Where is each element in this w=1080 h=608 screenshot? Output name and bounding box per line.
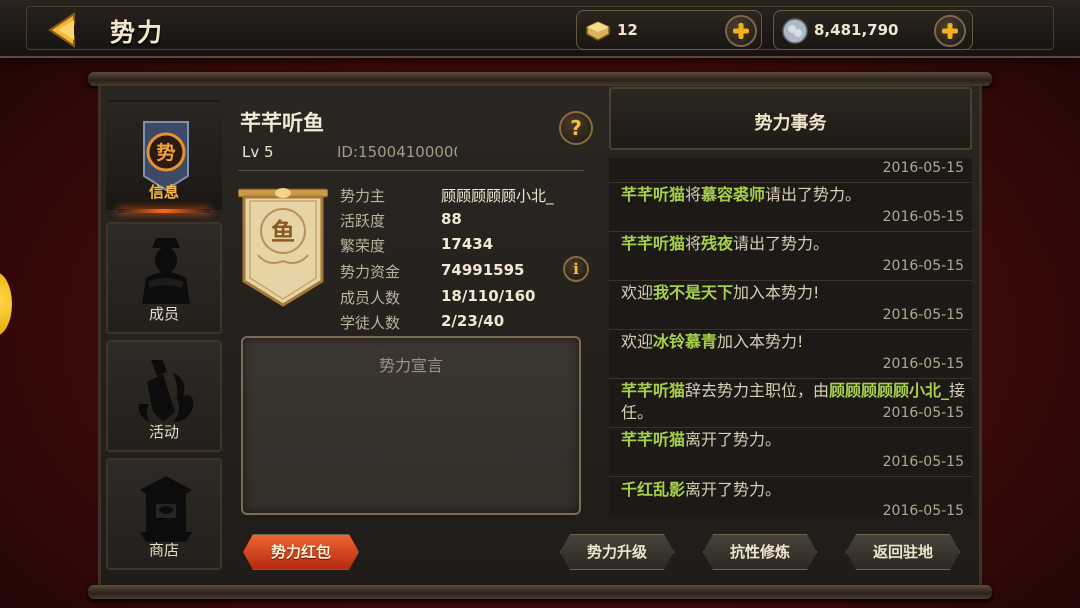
event-date: 2016-05-15 <box>882 307 964 323</box>
event-fragment: 离开了势力。 <box>685 430 782 449</box>
stat-value-prosperity: 17434 <box>441 235 494 253</box>
tab-activity[interactable]: 活动 <box>106 340 222 452</box>
stat-label-apprentices: 学徒人数 <box>340 314 401 332</box>
red-packet-button[interactable]: 势力红包 <box>243 534 359 570</box>
event-fragment: 离开了势力。 <box>685 480 782 499</box>
events-header: 势力事务 <box>609 87 972 150</box>
player-name: 我不是天下 <box>653 283 734 302</box>
tab-shop-label: 商店 <box>148 541 179 559</box>
stat-value-activity: 88 <box>441 210 462 228</box>
funds-info-button[interactable]: i <box>563 256 589 282</box>
tab-shop[interactable]: 商店 <box>106 458 222 570</box>
event-divider <box>609 280 972 281</box>
emblem-char: 势 <box>156 141 175 164</box>
player-name: 芊芊听猫 <box>621 430 686 449</box>
event-text: 芊芊听猫将残夜请出了势力。 <box>621 233 971 255</box>
event-date: 2016-05-15 <box>882 503 964 516</box>
upgrade-button[interactable]: 势力升级 <box>560 534 674 570</box>
event-date-top: 2016-05-15 <box>882 160 964 176</box>
event-date: 2016-05-15 <box>882 258 964 274</box>
events-list[interactable]: 2016-05-15 芊芊听猫将慕容裘师请出了势力。 2016-05-15 芊芊听猫… <box>609 158 972 516</box>
guild-id: ID:150041000000 <box>337 143 457 161</box>
event-fragment: 将 <box>685 234 702 253</box>
gold-currency: 12 <box>576 10 762 50</box>
gold-amount: 12 <box>617 21 638 39</box>
stat-value-funds: 74991595 <box>441 261 525 279</box>
fire-activity-icon <box>138 360 194 422</box>
gold-ingot-icon <box>586 21 610 41</box>
shop-building-icon <box>140 476 192 542</box>
stat-label-funds: 势力资金 <box>340 263 401 281</box>
event-text: 芊芊听猫将慕容裘师请出了势力。 <box>621 184 971 206</box>
event-text: 千红乱影离开了势力。 <box>621 479 971 501</box>
player-name: 芊芊听猫 <box>621 381 686 400</box>
event-date: 2016-05-15 <box>882 454 964 470</box>
event-divider <box>609 476 972 477</box>
guild-banner: 鱼 <box>238 188 328 307</box>
event-text: 欢迎我不是天下加入本势力! <box>621 282 971 304</box>
event-fragment: 加入本势力! <box>733 283 820 302</box>
event-text: 欢迎冰铃慕青加入本势力! <box>621 331 971 353</box>
top-scroll-rod <box>88 72 992 86</box>
stat-label-leader: 势力主 <box>340 187 386 205</box>
tab-members-label: 成员 <box>148 305 179 323</box>
silver-amount: 8,481,790 <box>814 21 899 39</box>
guild-name: 芊芊听鱼 <box>240 111 324 135</box>
event-fragment: 请出了势力。 <box>733 234 830 253</box>
event-divider <box>609 329 972 330</box>
event-fragment: 欢迎 <box>621 332 654 351</box>
event-fragment: 请出了势力。 <box>765 185 862 204</box>
tab-info-label: 信息 <box>148 183 179 201</box>
player-name: 顾顾顾顾顾小北_ <box>829 381 950 400</box>
event-fragment: 将 <box>685 185 702 204</box>
add-gold-button[interactable] <box>725 15 757 47</box>
event-divider <box>609 378 972 379</box>
resist-training-button[interactable]: 抗性修炼 <box>703 534 817 570</box>
banner-char: 鱼 <box>271 218 295 246</box>
add-silver-button[interactable] <box>934 15 966 47</box>
guild-level: Lv 5 <box>242 143 274 161</box>
top-bar: 势力 12 8,481,790 <box>0 0 1080 58</box>
stat-label-activity: 活跃度 <box>340 212 386 230</box>
back-arrow-icon <box>48 12 75 48</box>
player-name: 芊芊听猫 <box>621 185 686 204</box>
player-name: 慕容裘师 <box>701 185 766 204</box>
silver-coin-icon <box>782 18 808 44</box>
tab-activity-label: 活动 <box>148 423 179 441</box>
return-base-button[interactable]: 返回驻地 <box>846 534 960 570</box>
help-button[interactable]: ? <box>559 111 593 145</box>
stat-value-members: 18/110/160 <box>441 287 536 305</box>
tab-info[interactable]: 势 信息 <box>106 100 222 213</box>
manifesto-box[interactable]: 势力宣言 <box>241 336 581 515</box>
event-fragment: 加入本势力! <box>717 332 804 351</box>
event-divider <box>609 231 972 232</box>
event-fragment: 辞去势力主职位，由 <box>685 381 830 400</box>
event-date: 2016-05-15 <box>882 405 964 421</box>
tab-members[interactable]: 成员 <box>106 222 222 334</box>
event-divider <box>609 427 972 428</box>
event-fragment: 欢迎 <box>621 283 654 302</box>
event-date: 2016-05-15 <box>882 356 964 372</box>
side-orb[interactable] <box>0 272 12 336</box>
stat-label-prosperity: 繁荣度 <box>340 237 386 255</box>
event-date: 2016-05-15 <box>882 209 964 225</box>
silver-currency: 8,481,790 <box>773 10 973 50</box>
divider <box>238 170 584 171</box>
player-name: 冰铃慕青 <box>653 332 718 351</box>
stat-value-apprentices: 2/23/40 <box>441 312 505 330</box>
page-title: 势力 <box>110 18 165 47</box>
stat-label-members: 成员人数 <box>340 289 401 307</box>
back-button[interactable] <box>44 10 92 50</box>
manifesto-title: 势力宣言 <box>378 356 443 375</box>
warrior-bust-icon <box>142 238 190 304</box>
player-name: 芊芊听猫 <box>621 234 686 253</box>
stat-value-leader: 顾顾顾顾顾小北_ <box>441 187 554 205</box>
player-name: 千红乱影 <box>621 480 686 499</box>
event-text: 芊芊听猫离开了势力。 <box>621 429 971 451</box>
player-name: 残夜 <box>701 234 734 253</box>
bottom-scroll-rod <box>88 585 992 599</box>
event-divider <box>609 182 972 183</box>
events-title: 势力事务 <box>754 113 827 134</box>
